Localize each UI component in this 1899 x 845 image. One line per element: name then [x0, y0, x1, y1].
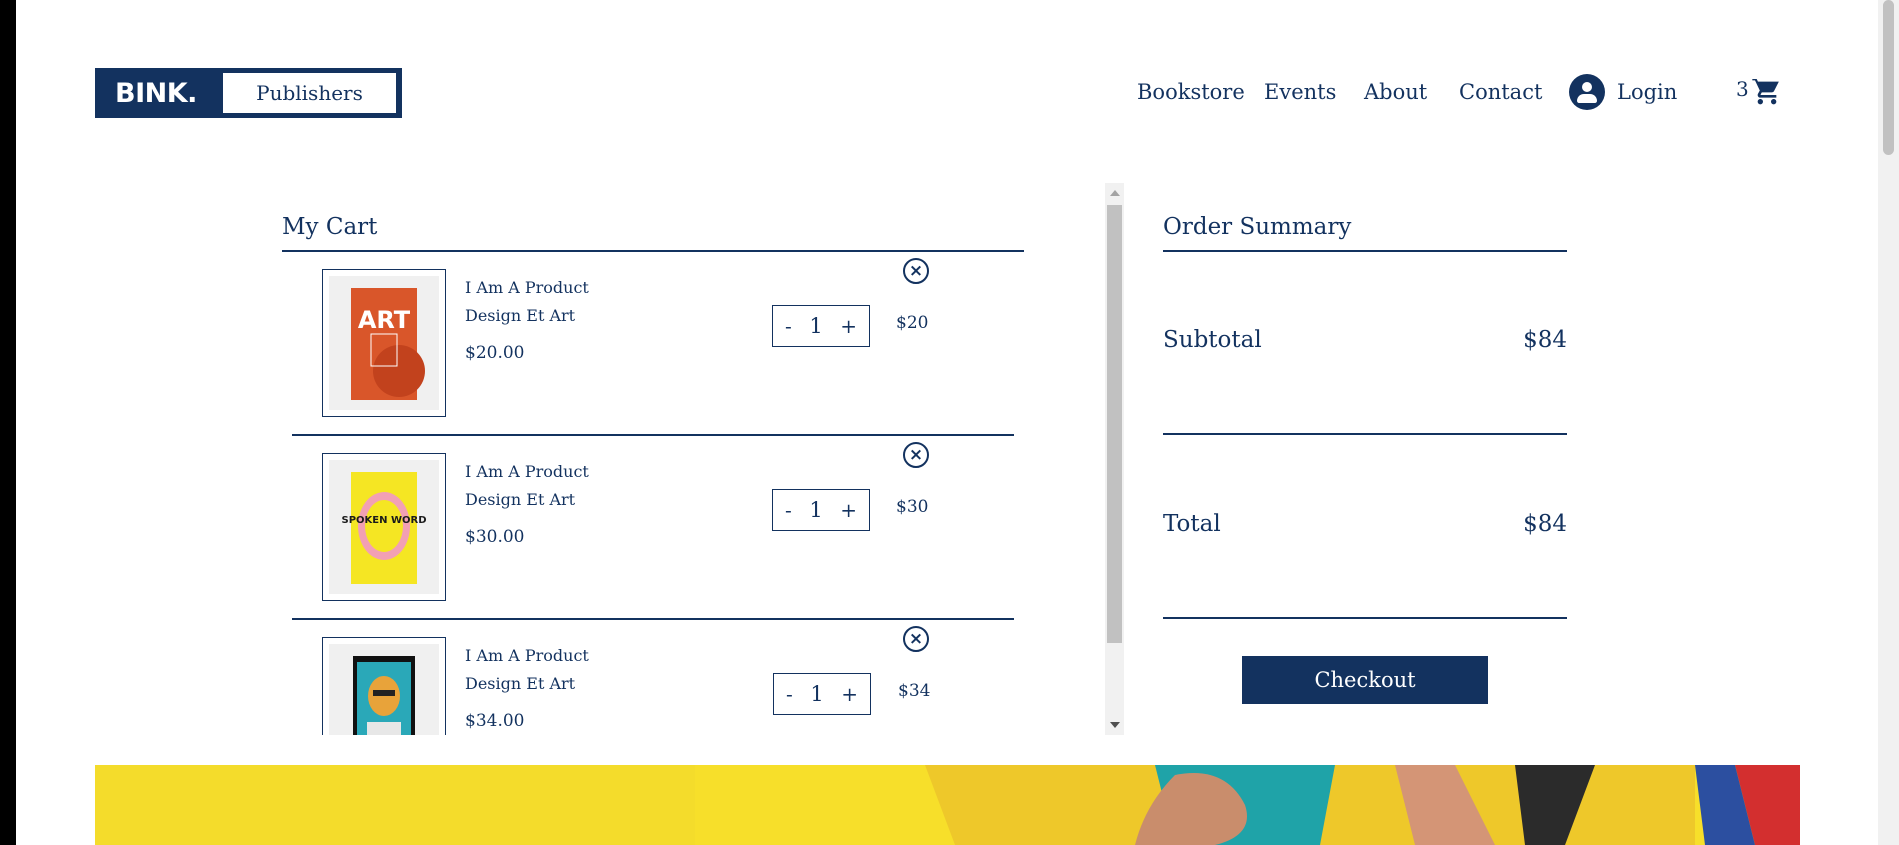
product-image[interactable]: SPOKEN WORD: [322, 453, 446, 601]
cart-scrollbar[interactable]: [1105, 183, 1124, 735]
subtotal-label: Subtotal: [1163, 327, 1262, 353]
page-scrollbar-thumb[interactable]: [1883, 0, 1894, 155]
quantity-value[interactable]: 1: [810, 682, 823, 706]
order-summary-title: Order Summary: [1163, 214, 1352, 240]
cart-count: 3: [1736, 77, 1749, 101]
product-name[interactable]: I Am A Product Design Et Art: [465, 274, 635, 330]
total-value: $84: [1523, 511, 1567, 537]
line-total: $20: [896, 313, 929, 333]
line-total: $34: [898, 681, 931, 701]
nav-about-wrap: About: [1364, 72, 1427, 112]
remove-item-icon[interactable]: ×: [903, 258, 929, 284]
product-cover-art: ART: [329, 276, 439, 410]
page-scrollbar[interactable]: [1878, 0, 1899, 845]
cart-panel: My Cart ART I Am A Product Design Et Art: [282, 183, 1108, 735]
quantity-stepper: - 1 +: [772, 305, 870, 347]
nav-contact-wrap: Contact: [1459, 72, 1542, 112]
publishers-label: Publishers: [223, 73, 396, 113]
product-image[interactable]: ART: [322, 269, 446, 417]
product-cover-art: SPOKEN WORD: [329, 460, 439, 594]
product-price: $30.00: [465, 527, 525, 547]
checkout-button[interactable]: Checkout: [1242, 656, 1488, 704]
remove-item-icon[interactable]: ×: [903, 626, 929, 652]
remove-item-icon[interactable]: ×: [903, 442, 929, 468]
increase-button[interactable]: +: [840, 314, 857, 338]
decrease-button[interactable]: -: [786, 682, 793, 706]
product-cover-art: [329, 644, 439, 735]
shopping-cart-icon[interactable]: [1750, 75, 1784, 107]
quantity-value[interactable]: 1: [809, 314, 822, 338]
product-name-line1: I Am A Product: [465, 646, 589, 665]
cart-item: I Am A Product Design Et Art $34.00 - 1 …: [292, 620, 1014, 735]
increase-button[interactable]: +: [841, 682, 858, 706]
summary-divider: [1163, 433, 1567, 435]
cart-title: My Cart: [282, 214, 378, 240]
product-name-line1: I Am A Product: [465, 278, 589, 297]
cart-item: ART I Am A Product Design Et Art $20.00 …: [292, 252, 1014, 436]
login-link[interactable]: Login: [1569, 72, 1677, 112]
summary-divider: [1163, 617, 1567, 619]
decrease-button[interactable]: -: [785, 314, 792, 338]
banner-photo: [95, 765, 1800, 845]
product-name-line1: I Am A Product: [465, 462, 589, 481]
quantity-stepper: - 1 +: [773, 673, 871, 715]
nav-events-wrap: Events: [1264, 72, 1336, 112]
scrollbar-thumb[interactable]: [1107, 205, 1122, 643]
scroll-up-arrow-icon[interactable]: [1110, 190, 1120, 196]
product-name[interactable]: I Am A Product Design Et Art: [465, 642, 635, 698]
product-price: $34.00: [465, 711, 525, 731]
nav-about[interactable]: About: [1364, 80, 1427, 104]
decrease-button[interactable]: -: [785, 498, 792, 522]
product-name[interactable]: I Am A Product Design Et Art: [465, 458, 635, 514]
product-name-line2: Design Et Art: [465, 674, 576, 693]
product-price: $20.00: [465, 343, 525, 363]
summary-divider: [1163, 250, 1567, 252]
scroll-down-arrow-icon[interactable]: [1110, 722, 1120, 728]
cart-item: SPOKEN WORD I Am A Product Design Et Art…: [292, 436, 1014, 620]
nav-bookstore[interactable]: Bookstore: [1137, 80, 1245, 104]
line-total: $30: [896, 497, 929, 517]
page: BINK. Publishers Bookstore Events About …: [16, 0, 1878, 845]
cover-title: SPOKEN WORD: [342, 515, 427, 526]
total-label: Total: [1163, 511, 1221, 537]
product-image[interactable]: [322, 637, 446, 735]
hero-banner-image: [95, 765, 1800, 845]
logo-text: BINK.: [115, 77, 197, 109]
increase-button[interactable]: +: [840, 498, 857, 522]
cover-title: ART: [358, 306, 411, 334]
quantity-stepper: - 1 +: [772, 489, 870, 531]
nav-bookstore-wrap: Bookstore: [1137, 72, 1245, 112]
login-label: Login: [1617, 80, 1678, 104]
nav-events[interactable]: Events: [1264, 80, 1336, 104]
subtotal-value: $84: [1523, 327, 1567, 353]
site-logo[interactable]: BINK. Publishers: [95, 68, 402, 118]
quantity-value[interactable]: 1: [809, 498, 822, 522]
user-icon: [1569, 74, 1605, 110]
nav-contact[interactable]: Contact: [1459, 80, 1542, 104]
product-name-line2: Design Et Art: [465, 490, 576, 509]
product-name-line2: Design Et Art: [465, 306, 576, 325]
